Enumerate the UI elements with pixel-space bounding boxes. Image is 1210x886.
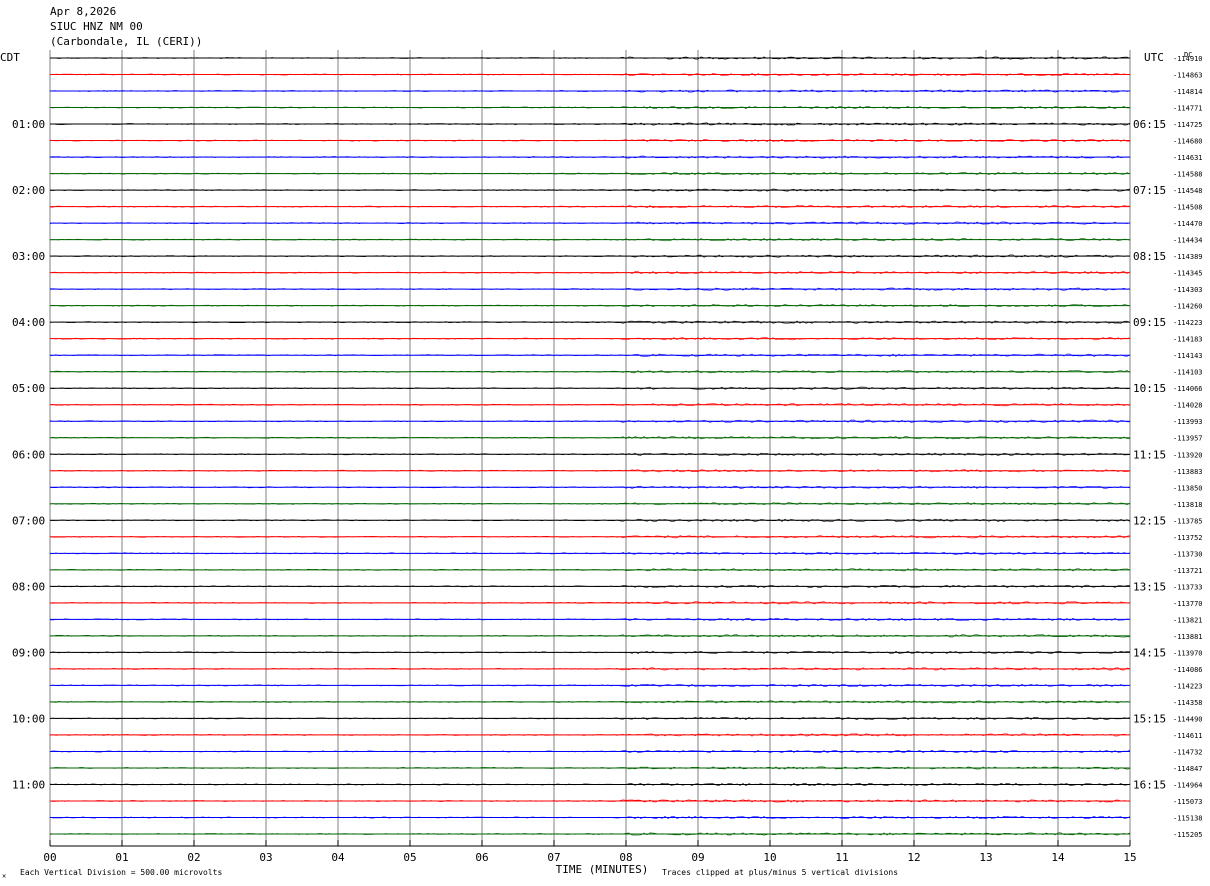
dc-value-label: -114508 [1173,204,1203,212]
hour-label-right: 13:15 [1133,580,1166,593]
scale-note: Each Vertical Division = 500.00 microvol… [20,868,222,877]
dc-value-label: -114732 [1173,748,1203,756]
dc-value-label: -114028 [1173,402,1203,410]
dc-value-label: -113881 [1173,633,1203,641]
dc-value-label: -114964 [1173,781,1203,789]
dc-value-label: -115073 [1173,798,1203,806]
dc-value-label: -114260 [1173,303,1203,311]
dc-value-label: -113752 [1173,534,1203,542]
dc-value-label: -113785 [1173,517,1203,525]
dc-value-label: -114910 [1173,55,1203,63]
x-tick-label: 14 [1051,851,1065,864]
dc-value-label: -114680 [1173,138,1203,146]
dc-value-label: -115138 [1173,814,1203,822]
hour-label-left: 08:00 [12,580,45,593]
hour-label-left: 04:00 [12,316,45,329]
dc-value-label: -114814 [1173,88,1203,96]
dc-value-label: -113721 [1173,567,1203,575]
dc-value-label: -114588 [1173,171,1203,179]
x-tick-label: 13 [979,851,992,864]
dc-value-label: -113733 [1173,583,1203,591]
hour-label-right: 08:15 [1133,250,1166,263]
hour-label-right: 07:15 [1133,184,1166,197]
dc-value-label: -114358 [1173,699,1203,707]
dc-value-label: -113730 [1173,550,1203,558]
hour-label-right: 12:15 [1133,514,1166,527]
dc-value-label: -114223 [1173,319,1203,327]
x-tick-label: 05 [403,851,416,864]
x-tick-label: 06 [475,851,488,864]
dc-value-label: -113821 [1173,616,1203,624]
x-tick-label: 12 [907,851,920,864]
hour-label-left: 07:00 [12,514,45,527]
dc-value-label: -114631 [1173,154,1203,162]
hour-label-left: 06:00 [12,448,45,461]
dc-value-label: -113993 [1173,418,1203,426]
hour-label-right: 16:15 [1133,778,1166,791]
hour-label-right: 11:15 [1133,448,1166,461]
dc-value-label: -114303 [1173,286,1203,294]
x-tick-label: 11 [835,851,848,864]
x-tick-label: 09 [691,851,704,864]
hour-label-left: 01:00 [12,118,45,131]
dc-value-label: -114345 [1173,270,1203,278]
x-tick-label: 00 [43,851,56,864]
dc-value-label: -114548 [1173,187,1203,195]
logo-mark: ✕ [2,872,6,880]
trace-noise [49,238,1131,242]
dc-value-label: -114183 [1173,336,1203,344]
dc-value-label: -114611 [1173,732,1203,740]
dc-value-label: -114771 [1173,105,1203,113]
trace-group [49,56,1131,836]
dc-value-label: -114389 [1173,253,1203,261]
dc-value-label: -114223 [1173,682,1203,690]
hour-label-right: 06:15 [1133,118,1166,131]
x-axis-label: TIME (MINUTES) [556,863,649,876]
hour-label-right: 15:15 [1133,712,1166,725]
dc-value-label: -114847 [1173,765,1203,773]
dc-value-label: -114490 [1173,715,1203,723]
hour-label-right: 10:15 [1133,382,1166,395]
dc-value-label: -114103 [1173,369,1203,377]
trace-noise [49,518,1131,522]
left-axis-label: CDT [0,51,20,64]
trace-noise [49,353,1131,357]
clip-note: Traces clipped at plus/minus 5 vertical … [662,868,898,877]
hour-label-left: 02:00 [12,184,45,197]
dc-value-label: -113850 [1173,484,1203,492]
dc-value-label: -114143 [1173,352,1203,360]
x-tick-label: 01 [115,851,128,864]
dc-value-label: -114863 [1173,72,1203,80]
x-tick-label: 10 [763,851,776,864]
dc-value-label: -113970 [1173,649,1203,657]
x-tick-label: 04 [331,851,345,864]
dc-value-label: -113770 [1173,600,1203,608]
dc-value-label: -114470 [1173,220,1203,228]
dc-value-label: -113920 [1173,451,1203,459]
x-tick-label: 15 [1123,851,1136,864]
dc-value-label: -113883 [1173,468,1203,476]
x-tick-label: 03 [259,851,272,864]
right-axis-label: UTC [1144,51,1164,64]
hour-label-right: 14:15 [1133,646,1166,659]
hour-label-left: 03:00 [12,250,45,263]
x-tick-label: 02 [187,851,200,864]
helicorder-plot: CDT UTC DC 01:00 06:1502:00 07:1503:00 08:1… [0,50,1203,880]
plot-grid [49,50,1131,847]
dc-value-label: -114725 [1173,121,1203,129]
hour-label-left: 10:00 [12,712,45,725]
dc-value-label: -113818 [1173,501,1203,509]
dc-value-label: -114434 [1173,237,1203,245]
dc-value-label: -114086 [1173,666,1203,674]
hour-label-right: 09:15 [1133,316,1166,329]
hour-label-left: 09:00 [12,646,45,659]
hour-label-left: 05:00 [12,382,45,395]
dc-value-labels: -114910 -114863 -114814 -114771 -114725 -1146… [1173,55,1203,839]
dc-value-label: -115205 [1173,831,1203,839]
dc-value-label: -113957 [1173,435,1203,443]
hour-label-left: 11:00 [12,778,45,791]
dc-value-label: -114066 [1173,385,1203,393]
